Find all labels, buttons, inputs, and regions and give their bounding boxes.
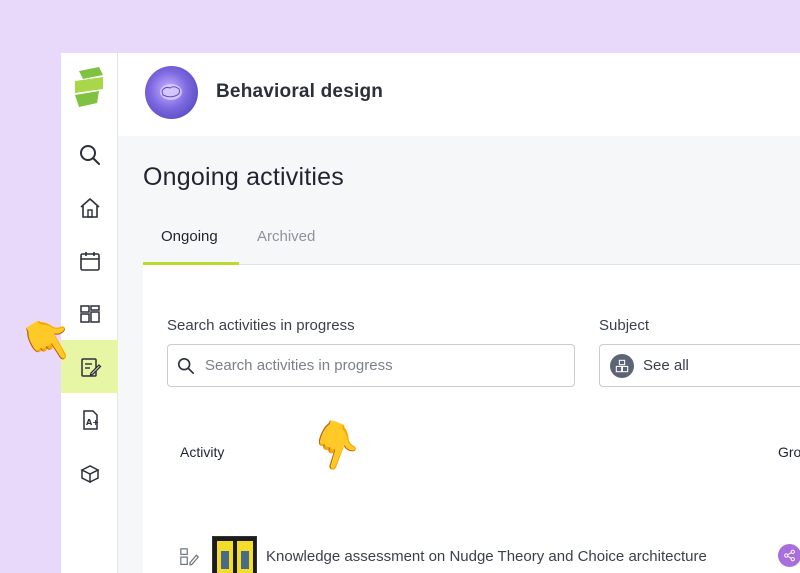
activities-panel: Search activities in progress Search act… bbox=[143, 265, 800, 573]
quiz-icon bbox=[180, 548, 200, 566]
table-row[interactable]: Knowledge assessment on Nudge Theory and… bbox=[143, 527, 800, 573]
home-icon bbox=[79, 197, 100, 218]
search-input[interactable]: Search activities in progress bbox=[167, 344, 575, 387]
subject-select[interactable]: See all bbox=[599, 344, 800, 387]
svg-text:A+: A+ bbox=[86, 418, 99, 427]
activities-icon bbox=[80, 357, 101, 377]
tab-ongoing[interactable]: Ongoing bbox=[143, 221, 239, 265]
calendar-icon bbox=[79, 251, 100, 271]
nav-home[interactable] bbox=[61, 181, 118, 234]
magnifier-icon bbox=[177, 357, 195, 374]
search-icon bbox=[79, 144, 100, 165]
column-group[interactable]: Gro bbox=[778, 444, 800, 460]
box-icon bbox=[79, 464, 100, 483]
group-badge[interactable] bbox=[778, 544, 800, 567]
dashboard-icon bbox=[79, 304, 100, 323]
nav-search[interactable] bbox=[61, 128, 118, 181]
page-title: Ongoing activities bbox=[143, 163, 344, 191]
nav-box[interactable] bbox=[61, 446, 118, 499]
tab-bar: Ongoing Archived bbox=[143, 221, 800, 265]
activity-thumbnail bbox=[212, 536, 257, 573]
course-title: Behavioral design bbox=[216, 81, 384, 102]
grades-icon: A+ bbox=[82, 409, 99, 430]
nav-grades[interactable]: A+ bbox=[61, 393, 118, 446]
course-avatar[interactable] bbox=[145, 66, 198, 119]
course-header: Behavioral design bbox=[118, 53, 800, 136]
logo-icon[interactable] bbox=[69, 65, 109, 111]
share-icon bbox=[784, 549, 795, 562]
subject-value: See all bbox=[643, 357, 689, 374]
tab-archived[interactable]: Archived bbox=[239, 221, 333, 265]
subject-label: Subject bbox=[599, 317, 650, 334]
subject-icon bbox=[610, 353, 634, 378]
search-label: Search activities in progress bbox=[167, 317, 355, 334]
column-activity[interactable]: Activity bbox=[180, 444, 224, 460]
sidebar: A+ bbox=[61, 53, 118, 573]
search-placeholder: Search activities in progress bbox=[205, 357, 393, 374]
nav-calendar[interactable] bbox=[61, 234, 118, 287]
app-window: A+ Behavioral design Ongoing activities … bbox=[61, 53, 800, 573]
activity-title[interactable]: Knowledge assessment on Nudge Theory and… bbox=[266, 548, 707, 565]
